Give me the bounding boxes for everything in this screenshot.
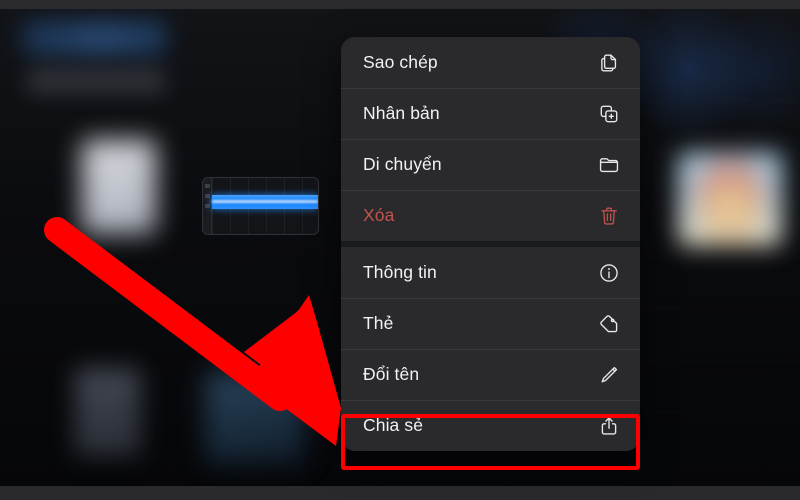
thumbnail-waveform: [212, 195, 318, 209]
background-app-title: [22, 20, 167, 56]
context-menu[interactable]: Sao chép Nhân bản Di chuyển Xóa Thông ti…: [341, 37, 640, 451]
share-icon: [598, 415, 620, 437]
selected-file-thumbnail[interactable]: [202, 177, 319, 235]
background-list-strips: [640, 100, 800, 430]
menu-item-label: Thẻ: [363, 313, 394, 333]
folder-icon: [598, 154, 620, 176]
thumbnail-track-rail: [203, 178, 212, 234]
menu-item-label: Thông tin: [363, 262, 437, 282]
pencil-icon: [598, 364, 620, 386]
menu-item-label: Chia sẻ: [363, 415, 424, 435]
context-menu-group-1: Sao chép Nhân bản Di chuyển Xóa: [341, 37, 640, 241]
menu-item-share[interactable]: Chia sẻ: [341, 400, 640, 451]
menu-item-duplicate[interactable]: Nhân bản: [341, 88, 640, 139]
context-menu-group-2: Thông tin Thẻ Đổi tên Chia sẻ: [341, 247, 640, 451]
background-thumbnail-photo[interactable]: [678, 152, 782, 246]
menu-item-label: Xóa: [363, 205, 395, 225]
menu-item-move[interactable]: Di chuyển: [341, 139, 640, 190]
menu-item-label: Nhân bản: [363, 103, 440, 123]
background-thumbnail-document-3[interactable]: [205, 372, 305, 464]
menu-item-label: Di chuyển: [363, 154, 442, 174]
tag-icon: [598, 313, 620, 335]
copy-icon: [598, 52, 620, 74]
background-thumbnail-document-2[interactable]: [75, 368, 141, 456]
trash-icon: [598, 205, 620, 227]
info-circle-icon: [598, 262, 620, 284]
menu-item-tags[interactable]: Thẻ: [341, 298, 640, 349]
menu-item-info[interactable]: Thông tin: [341, 247, 640, 298]
menu-item-label: Sao chép: [363, 52, 438, 72]
screen: Sao chép Nhân bản Di chuyển Xóa Thông ti…: [0, 0, 800, 500]
background-search-field[interactable]: [26, 68, 166, 94]
menu-item-rename[interactable]: Đổi tên: [341, 349, 640, 400]
status-bar: [0, 0, 800, 9]
menu-item-label: Đổi tên: [363, 364, 420, 384]
duplicate-icon: [598, 103, 620, 125]
menu-item-copy[interactable]: Sao chép: [341, 37, 640, 88]
home-indicator-bar: [0, 486, 800, 500]
background-thumbnail-document-1[interactable]: [82, 140, 156, 234]
menu-item-delete[interactable]: Xóa: [341, 190, 640, 241]
